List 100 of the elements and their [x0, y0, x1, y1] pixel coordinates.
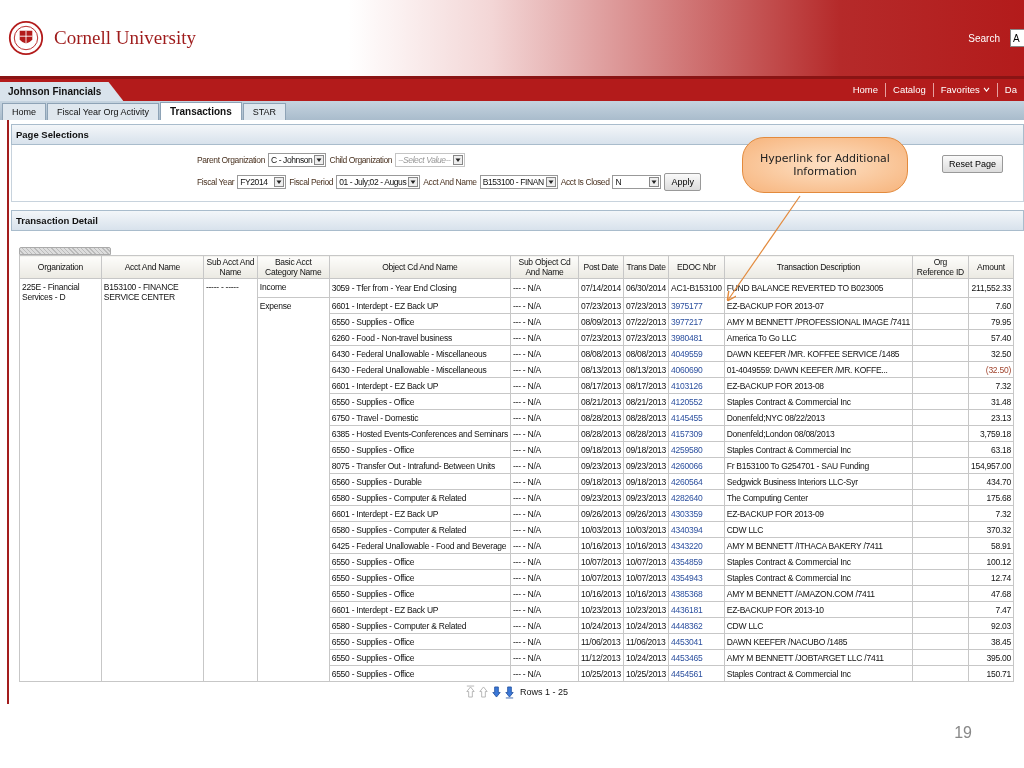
table-cell: EZ-BACKUP FOR 2013-08	[724, 377, 913, 394]
tab[interactable]: Transactions	[160, 102, 242, 120]
table-cell: AMY M BENNETT /JOBTARGET LLC /7411	[724, 649, 913, 666]
rows-range-label: Rows 1 - 25	[520, 687, 568, 697]
table-cell: Staples Contract & Commercial Inc	[724, 665, 913, 682]
table-cell: 08/17/2013	[623, 377, 669, 394]
table-cell: 6550 - Supplies - Office	[329, 313, 511, 330]
section-header: Transaction Detail	[11, 210, 1024, 231]
table-cell: B153100 - FINANCE SERVICE CENTER	[101, 278, 204, 682]
app-title-tab[interactable]: Johnson Financials	[0, 82, 124, 101]
dropdown-field[interactable]: N	[612, 175, 662, 189]
callout-bubble: Hyperlink for Additional Information	[742, 137, 908, 193]
next-page-icon[interactable]	[491, 685, 502, 699]
nav-link[interactable]: Catalog	[886, 84, 933, 101]
table-cell: 175.68	[968, 489, 1014, 506]
first-page-icon[interactable]	[465, 685, 476, 699]
field-label: Parent Organization	[197, 155, 265, 165]
column-header: Post Date	[578, 255, 624, 279]
tab[interactable]: Fiscal Year Org Activity	[47, 103, 160, 120]
table-cell: CDW LLC	[724, 617, 913, 634]
table-cell: 63.18	[968, 441, 1014, 458]
table-cell: 7.60	[968, 297, 1014, 314]
field-label: Fiscal Year	[197, 177, 235, 187]
table-cell: 3,759.18	[968, 425, 1014, 442]
table-cell: 07/23/2013	[578, 329, 624, 346]
table-cell: 10/03/2013	[578, 521, 624, 538]
last-page-icon[interactable]	[504, 685, 515, 699]
table-cell: 10/24/2013	[623, 649, 669, 666]
nav-link[interactable]: Favorites	[933, 84, 997, 101]
table-cell: 10/03/2013	[623, 521, 669, 538]
column-header: Transaction Description	[724, 255, 913, 279]
table-cell: 395.00	[968, 649, 1014, 666]
table-cell: 08/21/2013	[623, 393, 669, 410]
column-handle-bar[interactable]	[19, 247, 111, 255]
table-cell: 3059 - Tfer from - Year End Closing	[329, 278, 511, 298]
table-cell: 6580 - Supplies - Computer & Related	[329, 521, 511, 538]
table-cell: 10/07/2013	[623, 569, 669, 586]
table-cell: --- - N/A	[510, 297, 579, 314]
table-cell: 6550 - Supplies - Office	[329, 441, 511, 458]
search-field[interactable]: A	[1010, 29, 1024, 47]
column-header: Acct And Name	[101, 255, 204, 279]
table-cell: 31.48	[968, 393, 1014, 410]
table-cell: 07/23/2013	[623, 329, 669, 346]
dropdown-icon	[452, 155, 463, 165]
table-cell: 6580 - Supplies - Computer & Related	[329, 617, 511, 634]
table-cell: 7.47	[968, 601, 1014, 618]
table-cell: The Computing Center	[724, 489, 913, 506]
table-cell: AMY M BENNETT /PROFESSIONAL IMAGE /7411	[724, 313, 913, 330]
slide-number: 19	[954, 724, 972, 742]
reset-page-button[interactable]: Reset Page	[941, 155, 1003, 173]
table-cell: Donenfeld;London 08/08/2013	[724, 425, 913, 442]
dropdown-field[interactable]: FY2014	[237, 175, 287, 189]
table-cell: 6601 - Interdept - EZ Back UP	[329, 297, 511, 314]
table-cell: --- - N/A	[510, 521, 579, 538]
dropdown-field[interactable]: B153100 - FINAN	[479, 175, 558, 189]
table-cell: --- - N/A	[510, 377, 579, 394]
dropdown-field[interactable]: 01 - July;02 - Augus	[336, 175, 421, 189]
dropdown-field[interactable]: C - Johnson	[268, 153, 327, 167]
tab[interactable]: STAR	[242, 103, 287, 120]
table-cell: 6550 - Supplies - Office	[329, 553, 511, 570]
table-cell: 6430 - Federal Unallowable - Miscellaneous	[329, 345, 511, 362]
nav-link[interactable]: Home	[845, 84, 885, 101]
table-cell: EZ-BACKUP FOR 2013-10	[724, 601, 913, 618]
table-cell: --- - N/A	[510, 585, 579, 602]
table-cell: --- - N/A	[510, 278, 579, 298]
table-cell: 225E - Financial Services - D	[19, 278, 102, 682]
table-cell: 6550 - Supplies - Office	[329, 665, 511, 682]
table-cell: 7.32	[968, 505, 1014, 522]
table-cell: 6260 - Food - Non-travel business	[329, 329, 511, 346]
table-cell: 11/06/2013	[623, 633, 669, 650]
table-cell: AMY M BENNETT /AMAZON.COM /7411	[724, 585, 913, 602]
table-cell: 23.13	[968, 409, 1014, 426]
table-cell: --- - N/A	[510, 313, 579, 330]
table-cell: 09/23/2013	[578, 489, 624, 506]
field-label: Acct Is Closed	[560, 177, 610, 187]
table-cell: 10/07/2013	[578, 553, 624, 570]
table-cell: Fr B153100 To G254701 - SAU Funding	[724, 457, 913, 474]
table-cell: 6601 - Interdept - EZ Back UP	[329, 601, 511, 618]
table-cell: 09/18/2013	[623, 441, 669, 458]
table-cell: EZ-BACKUP FOR 2013-07	[724, 297, 913, 314]
table-cell: 10/23/2013	[578, 601, 624, 618]
table-cell: --- - N/A	[510, 329, 579, 346]
table-cell: EZ-BACKUP FOR 2013-09	[724, 505, 913, 522]
search-label: Search	[968, 32, 1000, 44]
table-cell: 09/23/2013	[578, 457, 624, 474]
nav-link[interactable]: Da	[997, 84, 1024, 101]
dropdown-icon	[649, 177, 660, 187]
table-cell: --- - N/A	[510, 633, 579, 650]
table-cell: Staples Contract & Commercial Inc	[724, 553, 913, 570]
table-cell: 08/28/2013	[578, 409, 624, 426]
table-cell: Staples Contract & Commercial Inc	[724, 441, 913, 458]
apply-button[interactable]: Apply	[664, 173, 701, 191]
tab[interactable]: Home	[2, 103, 46, 120]
field-label: Fiscal Period	[289, 177, 334, 187]
table-cell: 150.71	[968, 665, 1014, 682]
table-cell: 09/23/2013	[623, 457, 669, 474]
table-cell: 08/28/2013	[623, 425, 669, 442]
table-cell: 370.32	[968, 521, 1014, 538]
table-cell: 06/30/2014	[623, 278, 669, 298]
table-cell: 6601 - Interdept - EZ Back UP	[329, 505, 511, 522]
